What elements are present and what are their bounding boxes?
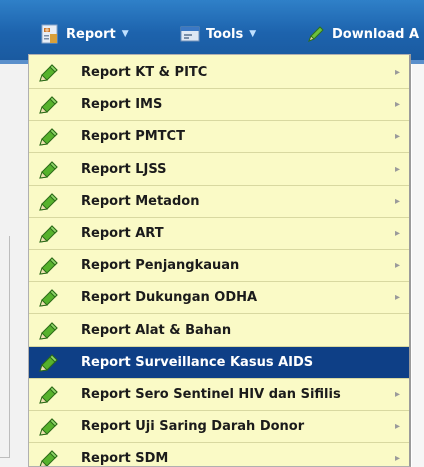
download-menu-button[interactable]: Download A xyxy=(306,22,419,46)
menu-item-label: Report Metadon xyxy=(81,194,200,209)
menu-item-label: Report Alat & Bahan xyxy=(81,323,232,338)
submenu-arrow-icon: ▸ xyxy=(394,292,400,303)
pencil-icon xyxy=(37,127,59,147)
pencil-icon xyxy=(37,321,59,341)
right-panel-edge xyxy=(412,64,424,467)
menu-item-label: Report PMTCT xyxy=(81,129,185,144)
dropdown-menu-item[interactable]: Report PMTCT ▸ xyxy=(29,121,409,153)
menu-item-label: Report SDM xyxy=(81,451,169,466)
dropdown-menu-item[interactable]: Report Penjangkauan ▸ xyxy=(29,250,409,282)
menu-item-label: Report LJSS xyxy=(81,162,167,177)
tools-menu-button[interactable]: Tools ▼ xyxy=(180,22,256,46)
submenu-arrow-icon: ▸ xyxy=(394,228,400,239)
menu-item-label: Report Penjangkauan xyxy=(81,258,240,273)
dropdown-menu-item[interactable]: Report LJSS ▸ xyxy=(29,154,409,186)
pencil-icon xyxy=(37,63,59,83)
submenu-arrow-icon: ▸ xyxy=(394,196,400,207)
report-menu-label: Report xyxy=(66,26,116,42)
dropdown-menu-item[interactable]: Report SDM ▸ xyxy=(29,443,409,466)
submenu-arrow-icon: ▸ xyxy=(394,389,400,400)
menu-item-label: Report Surveillance Kasus AIDS xyxy=(81,355,314,370)
dropdown-menu-item[interactable]: Report Surveillance Kasus AIDS xyxy=(29,347,409,379)
submenu-arrow-icon: ▸ xyxy=(394,260,400,271)
pencil-icon xyxy=(37,256,59,276)
chevron-down-icon: ▼ xyxy=(249,29,257,39)
dropdown-menu-item[interactable]: Report Sero Sentinel HIV dan Sifilis ▸ xyxy=(29,379,409,411)
pencil-icon xyxy=(37,160,59,180)
pencil-icon xyxy=(37,417,59,437)
left-panel-edge xyxy=(0,64,28,467)
menu-item-label: Report IMS xyxy=(81,97,163,112)
left-panel-divider xyxy=(0,457,10,458)
report-menu-button[interactable]: Report ▼ xyxy=(40,22,129,46)
chevron-down-icon: ▼ xyxy=(121,29,129,39)
tools-menu-label: Tools xyxy=(206,26,244,42)
dropdown-menu-item[interactable]: Report Dukungan ODHA ▸ xyxy=(29,282,409,314)
download-icon xyxy=(306,24,326,44)
submenu-arrow-icon: ▸ xyxy=(394,67,400,78)
pencil-icon xyxy=(37,288,59,308)
pencil-icon xyxy=(37,224,59,244)
menu-item-label: Report Dukungan ODHA xyxy=(81,290,258,305)
dropdown-menu-item[interactable]: Report Uji Saring Darah Donor ▸ xyxy=(29,411,409,443)
tools-icon xyxy=(180,24,200,44)
pencil-icon xyxy=(37,449,59,466)
pencil-icon xyxy=(37,95,59,115)
report-icon xyxy=(40,24,60,44)
submenu-arrow-icon: ▸ xyxy=(394,453,400,464)
menu-item-label: Report Sero Sentinel HIV dan Sifilis xyxy=(81,387,341,402)
report-dropdown-menu: Report KT & PITC ▸ Report IMS ▸ Report PMTCT… xyxy=(28,54,411,467)
submenu-arrow-icon: ▸ xyxy=(394,421,400,432)
dropdown-menu-item[interactable]: Report KT & PITC ▸ xyxy=(29,57,409,89)
dropdown-menu-item[interactable]: Report Metadon ▸ xyxy=(29,186,409,218)
menu-item-label: Report ART xyxy=(81,226,164,241)
submenu-arrow-icon: ▸ xyxy=(394,99,400,110)
dropdown-menu-item[interactable]: Report IMS ▸ xyxy=(29,89,409,121)
pencil-icon xyxy=(37,385,59,405)
download-menu-label: Download A xyxy=(332,26,420,42)
menu-item-label: Report KT & PITC xyxy=(81,65,208,80)
submenu-arrow-icon: ▸ xyxy=(394,131,400,142)
left-panel-divider xyxy=(9,236,10,458)
menu-bar: Report ▼ Tools ▼ Download A xyxy=(0,0,424,60)
pencil-icon xyxy=(37,353,59,373)
dropdown-menu-item[interactable]: Report ART ▸ xyxy=(29,218,409,250)
submenu-arrow-icon: ▸ xyxy=(394,164,400,175)
dropdown-menu-item[interactable]: Report Alat & Bahan xyxy=(29,315,409,347)
pencil-icon xyxy=(37,192,59,212)
menu-item-label: Report Uji Saring Darah Donor xyxy=(81,419,305,434)
